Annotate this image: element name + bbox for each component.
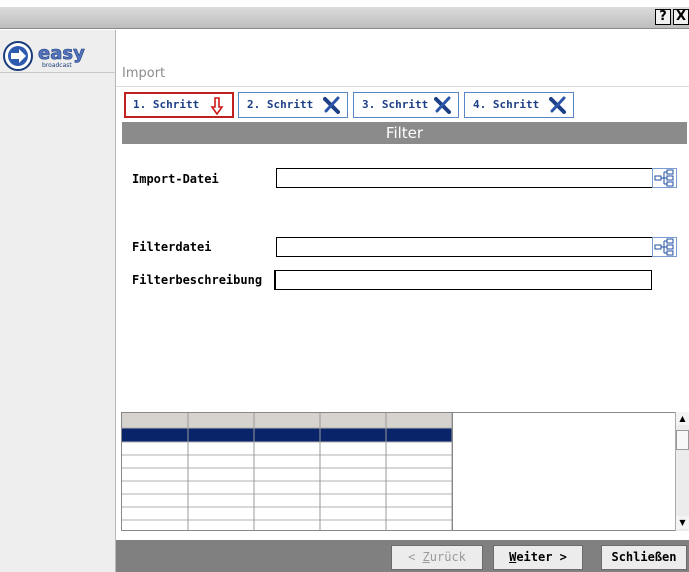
browse-import-file-button[interactable] xyxy=(652,168,677,188)
page-heading: Import xyxy=(122,66,166,81)
svg-text:easy: easy xyxy=(38,43,85,64)
back-button-prefix: < xyxy=(408,550,423,564)
back-button-rest: urück xyxy=(429,550,466,564)
vertical-scrollbar[interactable]: ▲ ▼ xyxy=(675,412,689,531)
step-1-tab[interactable]: 1. Schritt xyxy=(124,92,234,118)
title-bar-top-strip xyxy=(0,0,689,7)
left-sidebar xyxy=(0,30,116,572)
step-2-label: 2. Schritt xyxy=(247,98,314,111)
scroll-thumb[interactable] xyxy=(676,430,689,450)
step-4-tab[interactable]: 4. Schritt xyxy=(464,92,574,118)
section-banner: Filter xyxy=(122,122,687,144)
file-tree-icon xyxy=(654,169,674,187)
step-4-label: 4. Schritt xyxy=(473,98,540,111)
scroll-up-icon[interactable]: ▲ xyxy=(676,412,689,425)
sidebar-divider xyxy=(0,72,115,73)
grid-lines xyxy=(122,413,453,530)
x-tool-icon xyxy=(434,96,451,114)
filter-file-label: Filterdatei xyxy=(132,240,212,254)
filter-description-field[interactable] xyxy=(274,270,652,290)
import-file-field[interactable] xyxy=(276,168,653,188)
grid-empty-area xyxy=(453,412,675,531)
header-divider xyxy=(116,86,689,87)
close-button[interactable]: Schließen xyxy=(601,545,687,570)
filter-file-field[interactable] xyxy=(276,237,653,257)
data-grid[interactable] xyxy=(121,412,453,531)
scroll-down-icon[interactable]: ▼ xyxy=(676,516,689,529)
x-tool-icon xyxy=(549,96,566,114)
step-3-tab[interactable]: 3. Schritt xyxy=(353,92,459,118)
step-3-label: 3. Schritt xyxy=(362,98,429,111)
close-window-button[interactable]: X xyxy=(673,9,689,25)
filter-description-label: Filterbeschreibung xyxy=(132,273,263,287)
svg-text:broadcast: broadcast xyxy=(42,62,72,69)
x-tool-icon xyxy=(323,96,340,114)
next-button-rest: eiter > xyxy=(516,550,567,564)
import-file-label: Import-Datei xyxy=(132,172,219,186)
help-button[interactable]: ? xyxy=(655,9,671,25)
back-button[interactable]: < Zurück xyxy=(391,545,483,570)
easy-broadcast-logo: easy broadcast xyxy=(2,40,110,72)
step-1-label: 1. Schritt xyxy=(133,98,200,111)
step-2-tab[interactable]: 2. Schritt xyxy=(238,92,348,118)
file-tree-icon xyxy=(654,238,674,256)
back-button-mnemonic: Z xyxy=(422,550,430,564)
selected-row xyxy=(122,428,452,442)
browse-filter-file-button[interactable] xyxy=(652,237,677,257)
next-button[interactable]: Weiter > xyxy=(493,545,583,570)
arrow-down-icon xyxy=(210,97,224,115)
